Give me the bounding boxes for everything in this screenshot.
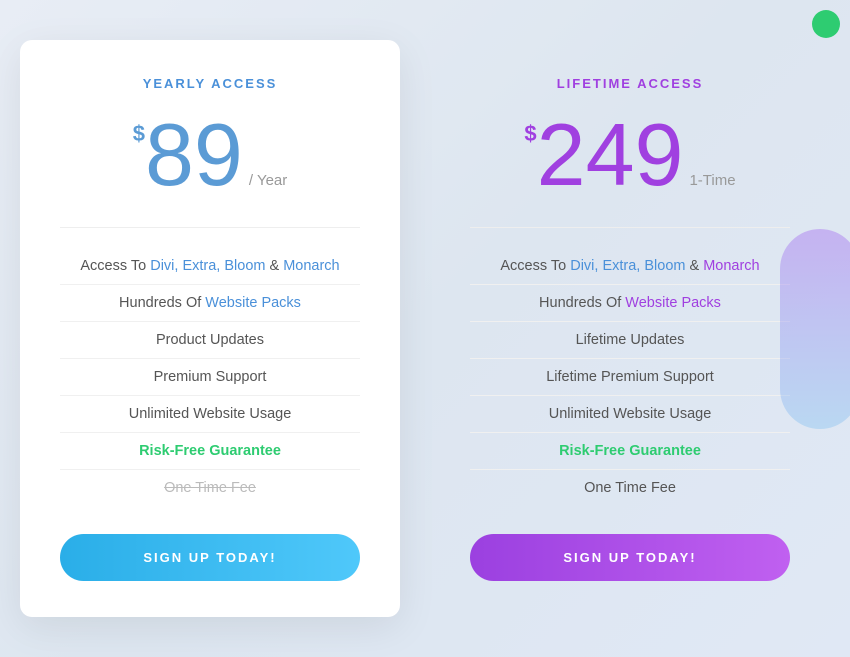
yearly-feature-updates: Product Updates (60, 322, 360, 359)
lifetime-card: LIFETIME ACCESS $ 249 1-Time Access To D… (430, 40, 830, 617)
link-risk-free-lifetime[interactable]: Risk-Free Guarantee (559, 443, 701, 459)
yearly-divider (60, 227, 360, 228)
yearly-feature-plugins: Access To Divi, Extra, Bloom & Monarch (60, 248, 360, 285)
yearly-strikethrough-text: One Time Fee (164, 480, 256, 496)
yearly-plan-label: YEARLY ACCESS (60, 76, 360, 91)
yearly-feature-usage: Unlimited Website Usage (60, 396, 360, 433)
yearly-feature-one-time: One Time Fee (60, 470, 360, 506)
lifetime-dollar-sign: $ (524, 121, 536, 147)
lifetime-plan-label: LIFETIME ACCESS (470, 76, 790, 91)
lifetime-feature-plugins: Access To Divi, Extra, Bloom & Monarch (470, 248, 790, 285)
link-risk-free-yearly[interactable]: Risk-Free Guarantee (139, 443, 281, 459)
yearly-feature-guarantee: Risk-Free Guarantee (60, 433, 360, 470)
link-divi-extra-bloom[interactable]: Divi, Extra, Bloom (150, 258, 265, 274)
bg-decoration-shape (780, 229, 850, 429)
lifetime-feature-updates: Lifetime Updates (470, 322, 790, 359)
pricing-container: YEARLY ACCESS $ 89 / Year Access To Divi… (0, 0, 850, 657)
lifetime-signup-button[interactable]: SIGN UP TODAY! (470, 534, 790, 581)
link-divi-extra-bloom-lifetime[interactable]: Divi, Extra, Bloom (570, 258, 685, 274)
yearly-dollar-sign: $ (133, 121, 145, 147)
yearly-card: YEARLY ACCESS $ 89 / Year Access To Divi… (20, 40, 400, 617)
lifetime-feature-list: Access To Divi, Extra, Bloom & Monarch H… (470, 248, 790, 506)
yearly-price-block: $ 89 / Year (60, 111, 360, 199)
yearly-feature-list: Access To Divi, Extra, Bloom & Monarch H… (60, 248, 360, 506)
lifetime-feature-support: Lifetime Premium Support (470, 359, 790, 396)
link-website-packs-yearly[interactable]: Website Packs (205, 295, 301, 311)
link-website-packs-lifetime[interactable]: Website Packs (625, 295, 721, 311)
link-monarch-lifetime[interactable]: Monarch (703, 258, 759, 274)
link-monarch-yearly[interactable]: Monarch (283, 258, 339, 274)
lifetime-feature-one-time: One Time Fee (470, 470, 790, 506)
lifetime-feature-usage: Unlimited Website Usage (470, 396, 790, 433)
lifetime-divider (470, 227, 790, 228)
bg-decoration-circle (812, 10, 840, 38)
yearly-price-period: / Year (249, 172, 287, 189)
yearly-price-number: 89 (145, 111, 243, 199)
lifetime-price-period: 1-Time (689, 172, 735, 189)
lifetime-feature-website-packs: Hundreds Of Website Packs (470, 285, 790, 322)
lifetime-price-block: $ 249 1-Time (470, 111, 790, 199)
lifetime-feature-guarantee: Risk-Free Guarantee (470, 433, 790, 470)
yearly-signup-button[interactable]: SIGN UP TODAY! (60, 534, 360, 581)
lifetime-price-number: 249 (537, 111, 684, 199)
yearly-feature-website-packs: Hundreds Of Website Packs (60, 285, 360, 322)
yearly-feature-support: Premium Support (60, 359, 360, 396)
